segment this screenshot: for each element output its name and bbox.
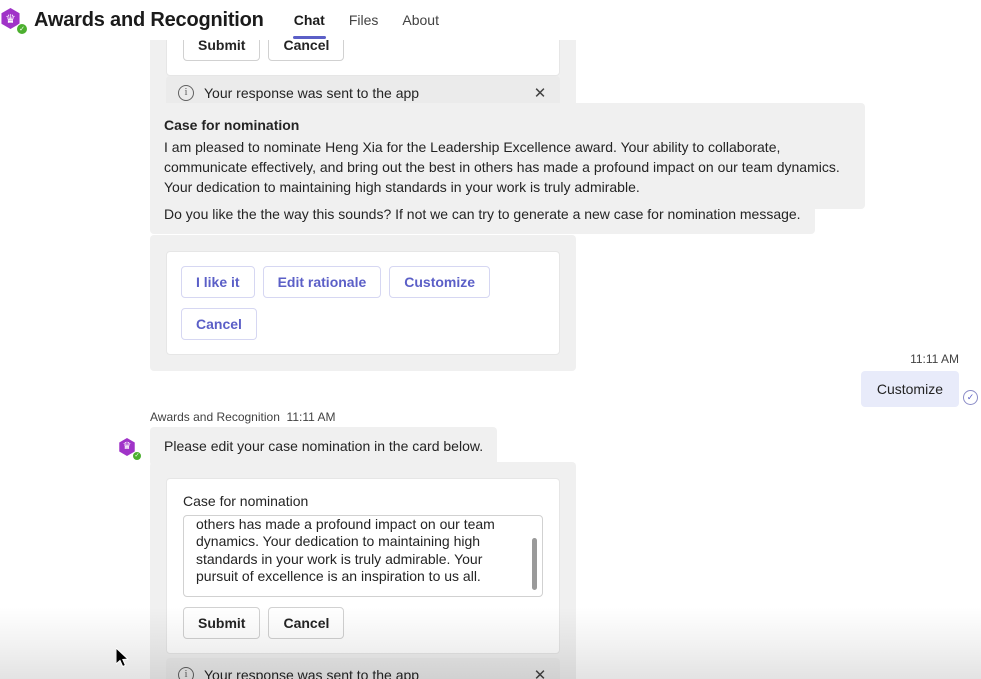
- i-like-it-button[interactable]: I like it: [181, 266, 255, 298]
- available-check-icon: ✓: [132, 451, 142, 461]
- nomination-body: I am pleased to nominate Heng Xia for th…: [164, 139, 840, 195]
- edit-rationale-button[interactable]: Edit rationale: [262, 266, 382, 298]
- bot-avatar: ♛ ✓: [118, 438, 142, 461]
- previous-card-actions: Submit Cancel: [166, 40, 560, 76]
- textarea-scrollbar[interactable]: [532, 538, 537, 590]
- available-check-icon: ✓: [16, 23, 28, 35]
- choice-button-row-2: Cancel: [181, 308, 545, 340]
- customize-button[interactable]: Customize: [389, 266, 491, 298]
- close-icon[interactable]: ✕: [532, 668, 548, 679]
- bot-reply-meta: Awards and Recognition 11:11 AM: [150, 410, 497, 424]
- nomination-title: Case for nomination: [164, 117, 300, 133]
- case-for-nomination-textarea[interactable]: communicate effectively, and bring out t…: [183, 515, 543, 597]
- info-circle-icon: i: [178, 85, 194, 101]
- tab-bar: Chat Files About: [282, 0, 451, 40]
- notification-text: Your response was sent to the app: [204, 667, 420, 679]
- edit-card-inner: Case for nomination communicate effectiv…: [166, 478, 560, 654]
- cancel-button[interactable]: Cancel: [268, 607, 345, 639]
- choice-card-inner: I like it Edit rationale Customize Cance…: [166, 251, 560, 355]
- app-header: ♛ ✓ Awards and Recognition Chat Files Ab…: [0, 0, 981, 40]
- textarea-value: communicate effectively, and bring out t…: [196, 515, 495, 584]
- cancel-button-choice[interactable]: Cancel: [181, 308, 257, 340]
- notification-text: Your response was sent to the app: [204, 85, 420, 101]
- choice-card: I like it Edit rationale Customize Cance…: [150, 235, 576, 371]
- bot-message-edit-prompt: Please edit your case nomination in the …: [150, 427, 498, 466]
- notification-response-sent: i Your response was sent to the app ✕: [166, 658, 560, 679]
- delivered-check-icon: ✓: [963, 390, 978, 405]
- chat-message-list[interactable]: Submit Cancel i Your response was sent t…: [0, 40, 981, 679]
- edit-card-actions: Submit Cancel: [183, 597, 543, 653]
- cancel-button-previous[interactable]: Cancel: [268, 40, 345, 61]
- choice-button-row-1: I like it Edit rationale Customize: [181, 266, 545, 298]
- bot-message-prompt: Do you like the the way this sounds? If …: [150, 195, 815, 234]
- page-title: Awards and Recognition: [34, 8, 264, 31]
- bot-reply-row: Awards and Recognition 11:11 AM Please e…: [150, 410, 498, 466]
- close-icon[interactable]: ✕: [532, 86, 548, 101]
- submit-button[interactable]: Submit: [183, 607, 261, 639]
- info-circle-icon: i: [178, 667, 194, 679]
- user-message-row: 11:11 AM Customize ✓: [860, 352, 978, 407]
- bot-reply-time: 11:11 AM: [286, 410, 336, 424]
- user-message-time: 11:11 AM: [910, 352, 959, 366]
- edit-nomination-card: Case for nomination communicate effectiv…: [150, 462, 576, 679]
- app-avatar: ♛ ✓: [0, 8, 28, 35]
- tab-about[interactable]: About: [390, 0, 451, 40]
- user-message-bubble: Customize: [860, 371, 959, 407]
- bot-message-nomination: Case for nomination I am pleased to nomi…: [150, 103, 865, 209]
- submit-button-previous[interactable]: Submit: [183, 40, 261, 61]
- tab-chat[interactable]: Chat: [282, 0, 337, 40]
- case-for-nomination-label: Case for nomination: [183, 493, 309, 509]
- tab-files[interactable]: Files: [337, 0, 391, 40]
- bot-sender-name: Awards and Recognition: [150, 410, 280, 424]
